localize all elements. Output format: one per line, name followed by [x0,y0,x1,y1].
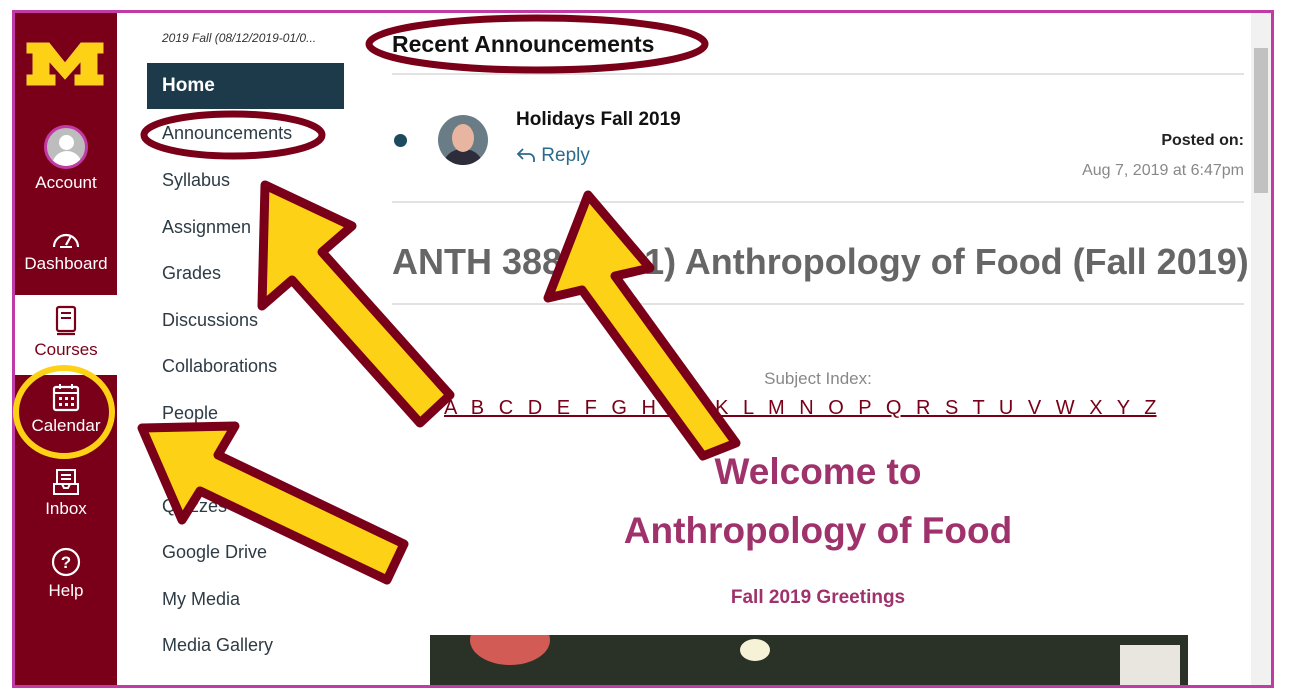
nav-help-label: Help [48,581,84,600]
nav-calendar[interactable]: Calendar [15,383,117,436]
nav-dashboard[interactable]: Dashboard [15,225,117,274]
nav-courses[interactable]: Courses [15,295,117,375]
global-navigation: Account Dashboard Courses Calendar Inbox… [15,13,117,685]
courses-book-icon [55,305,77,336]
course-nav-discussions[interactable]: Discussions [162,310,258,331]
course-nav-quizzes[interactable]: Quizzes [162,496,227,517]
university-m-logo[interactable] [25,41,105,87]
reply-label: Reply [541,145,590,166]
course-title: ANTH 3888 (001) Anthropology of Food (Fa… [392,241,1249,282]
main-content: Recent Announcements Holidays Fall 2019 … [392,13,1249,685]
nav-inbox[interactable]: Inbox [15,468,117,519]
reply-link[interactable]: Reply [516,145,590,167]
divider [392,201,1244,203]
welcome-heading-line1: Welcome to [714,451,922,492]
scrollbar-thumb[interactable] [1254,48,1268,193]
course-nav-google-drive[interactable]: Google Drive [162,542,267,563]
course-nav-grades[interactable]: Grades [162,263,221,284]
unread-indicator [394,134,407,147]
nav-dashboard-label: Dashboard [24,254,108,273]
divider [392,303,1244,305]
course-nav-collaborations[interactable]: Collaborations [162,356,277,377]
svg-text:?: ? [61,553,71,572]
account-avatar-icon [44,125,88,169]
vertical-scrollbar[interactable] [1251,13,1271,685]
nav-courses-label: Courses [34,340,98,359]
nav-inbox-label: Inbox [45,499,87,518]
nav-help[interactable]: ? Help [15,546,117,601]
announcement-title-link[interactable]: Holidays Fall 2019 [516,109,681,131]
dashboard-gauge-icon [52,233,80,248]
author-avatar[interactable] [438,115,488,165]
posted-on-label: Posted on: [1161,132,1244,149]
posted-date: Aug 7, 2019 at 6:47pm [1082,162,1244,179]
nav-account[interactable]: Account [15,125,117,193]
browser-frame: Account Dashboard Courses Calendar Inbox… [12,10,1274,688]
course-nav-assignments[interactable]: Assignmen [162,217,251,238]
welcome-heading-line2: Anthropology of Food [623,510,1013,551]
term-label: 2019 Fall (08/12/2019-01/0... [162,31,317,45]
calendar-icon [52,384,80,412]
greeting-heading: Fall 2019 Greetings [730,587,906,608]
course-nav-home[interactable]: Home [147,63,344,109]
subject-index-label: Subject Index: [764,369,872,388]
course-nav-people[interactable]: People [162,403,218,424]
course-nav-my-media[interactable]: My Media [162,589,240,610]
nav-calendar-label: Calendar [31,416,101,435]
recent-announcements-heading: Recent Announcements [392,31,655,57]
reply-arrow-icon [516,148,535,162]
inbox-icon [53,469,79,495]
subject-index-letters[interactable]: A B C D E F G H I J K L M N O P Q R S T … [444,397,1157,420]
course-nav-announcements[interactable]: Announcements [162,123,292,144]
help-question-icon: ? [51,547,81,577]
course-navigation: 2019 Fall (08/12/2019-01/0... Home Annou… [117,13,362,685]
nav-account-label: Account [35,173,97,192]
course-nav-syllabus[interactable]: Syllabus [162,170,230,191]
course-nav-media-gallery[interactable]: Media Gallery [162,635,273,656]
divider [392,73,1244,75]
course-banner-photo [430,635,1188,685]
